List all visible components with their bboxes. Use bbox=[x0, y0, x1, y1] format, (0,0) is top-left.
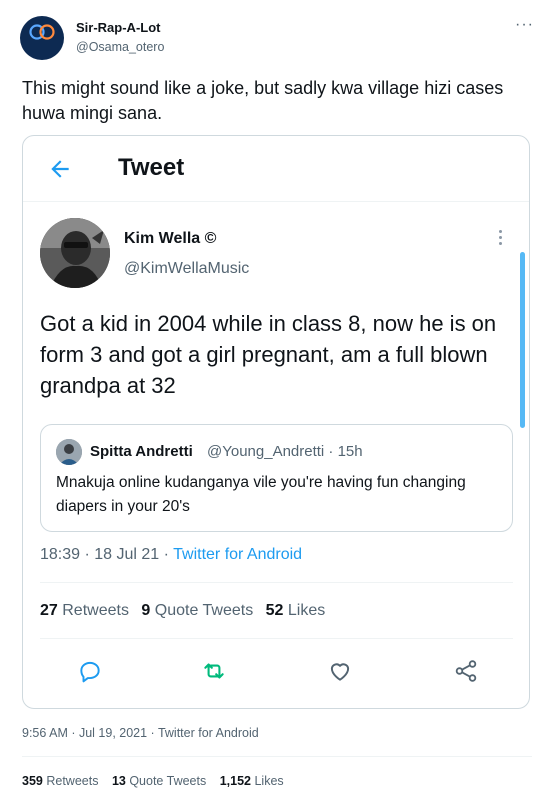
profile-photo bbox=[40, 218, 110, 288]
like-label: Likes bbox=[287, 602, 326, 619]
quote-tweet-count[interactable]: 13 bbox=[112, 774, 126, 788]
avatar bbox=[40, 218, 110, 288]
heart-icon bbox=[330, 663, 350, 681]
scrollbar bbox=[520, 252, 525, 428]
like-label[interactable]: Likes bbox=[254, 774, 283, 788]
more-icon[interactable]: ··· bbox=[515, 16, 534, 34]
tweet-text: This might sound like a joke, but sadly … bbox=[22, 78, 504, 123]
divider bbox=[22, 756, 532, 757]
tweet-time: 18:39 · 18 Jul 21 · bbox=[40, 546, 174, 563]
divider bbox=[40, 638, 513, 639]
avatar bbox=[56, 439, 82, 465]
retweet-label: Retweets bbox=[62, 602, 129, 619]
author-handle[interactable]: @Osama_otero bbox=[76, 40, 164, 54]
retweet-count: 27 bbox=[40, 602, 58, 619]
retweet-icon bbox=[204, 663, 224, 679]
author-name: Kim Wella © bbox=[124, 230, 217, 247]
quote-tweet-count: 9 bbox=[141, 602, 151, 619]
like-count[interactable]: 1,152 bbox=[220, 774, 251, 788]
reply-icon bbox=[80, 661, 100, 683]
retweet-count[interactable]: 359 bbox=[22, 774, 43, 788]
screenshot-title: Tweet bbox=[118, 154, 185, 181]
more-icon bbox=[496, 230, 504, 250]
arrow-left-icon bbox=[51, 160, 69, 178]
quoted-tweet-text: Mnakuja online kudanganya vile you're ha… bbox=[56, 474, 466, 515]
avatar[interactable] bbox=[20, 16, 64, 60]
quote-tweet-label[interactable]: Quote Tweets bbox=[129, 774, 206, 788]
share-icon bbox=[455, 660, 477, 682]
tweet-timestamp[interactable]: 9:56 AM · Jul 19, 2021 · Twitter for And… bbox=[22, 726, 259, 740]
retweet-label[interactable]: Retweets bbox=[46, 774, 98, 788]
embedded-screenshot: Tweet Kim Wella © @KimWellaMusic Got a k… bbox=[22, 135, 530, 709]
tweet-source: Twitter for Android bbox=[173, 546, 303, 563]
like-count: 52 bbox=[265, 602, 284, 619]
screenshot-topbar: Tweet bbox=[23, 136, 529, 202]
outer-tweet-header: Sir-Rap-A-Lot @Osama_otero ··· bbox=[20, 14, 540, 60]
quoted-author-name: Spitta Andretti bbox=[90, 443, 193, 460]
author-handle: @KimWellaMusic bbox=[124, 260, 250, 277]
divider bbox=[40, 582, 513, 583]
quoted-tweet: Spitta Andretti @Young_Andretti · 15h Mn… bbox=[40, 424, 513, 532]
logo-icon bbox=[29, 24, 55, 40]
quoted-author-handle: @Young_Andretti · 15h bbox=[207, 443, 363, 460]
author-name[interactable]: Sir-Rap-A-Lot bbox=[76, 20, 161, 35]
outer-tweet-stats: 359 Retweets 13 Quote Tweets 1,152 Likes bbox=[22, 774, 284, 788]
tweet-meta: 18:39 · 18 Jul 21 · Twitter for Android bbox=[40, 546, 302, 564]
quote-tweet-label: Quote Tweets bbox=[154, 602, 254, 619]
tweet-stats: 27 Retweets 9 Quote Tweets 52 Likes bbox=[40, 602, 325, 620]
screenshot-tweet-text: Got a kid in 2004 while in class 8, now … bbox=[40, 311, 497, 398]
